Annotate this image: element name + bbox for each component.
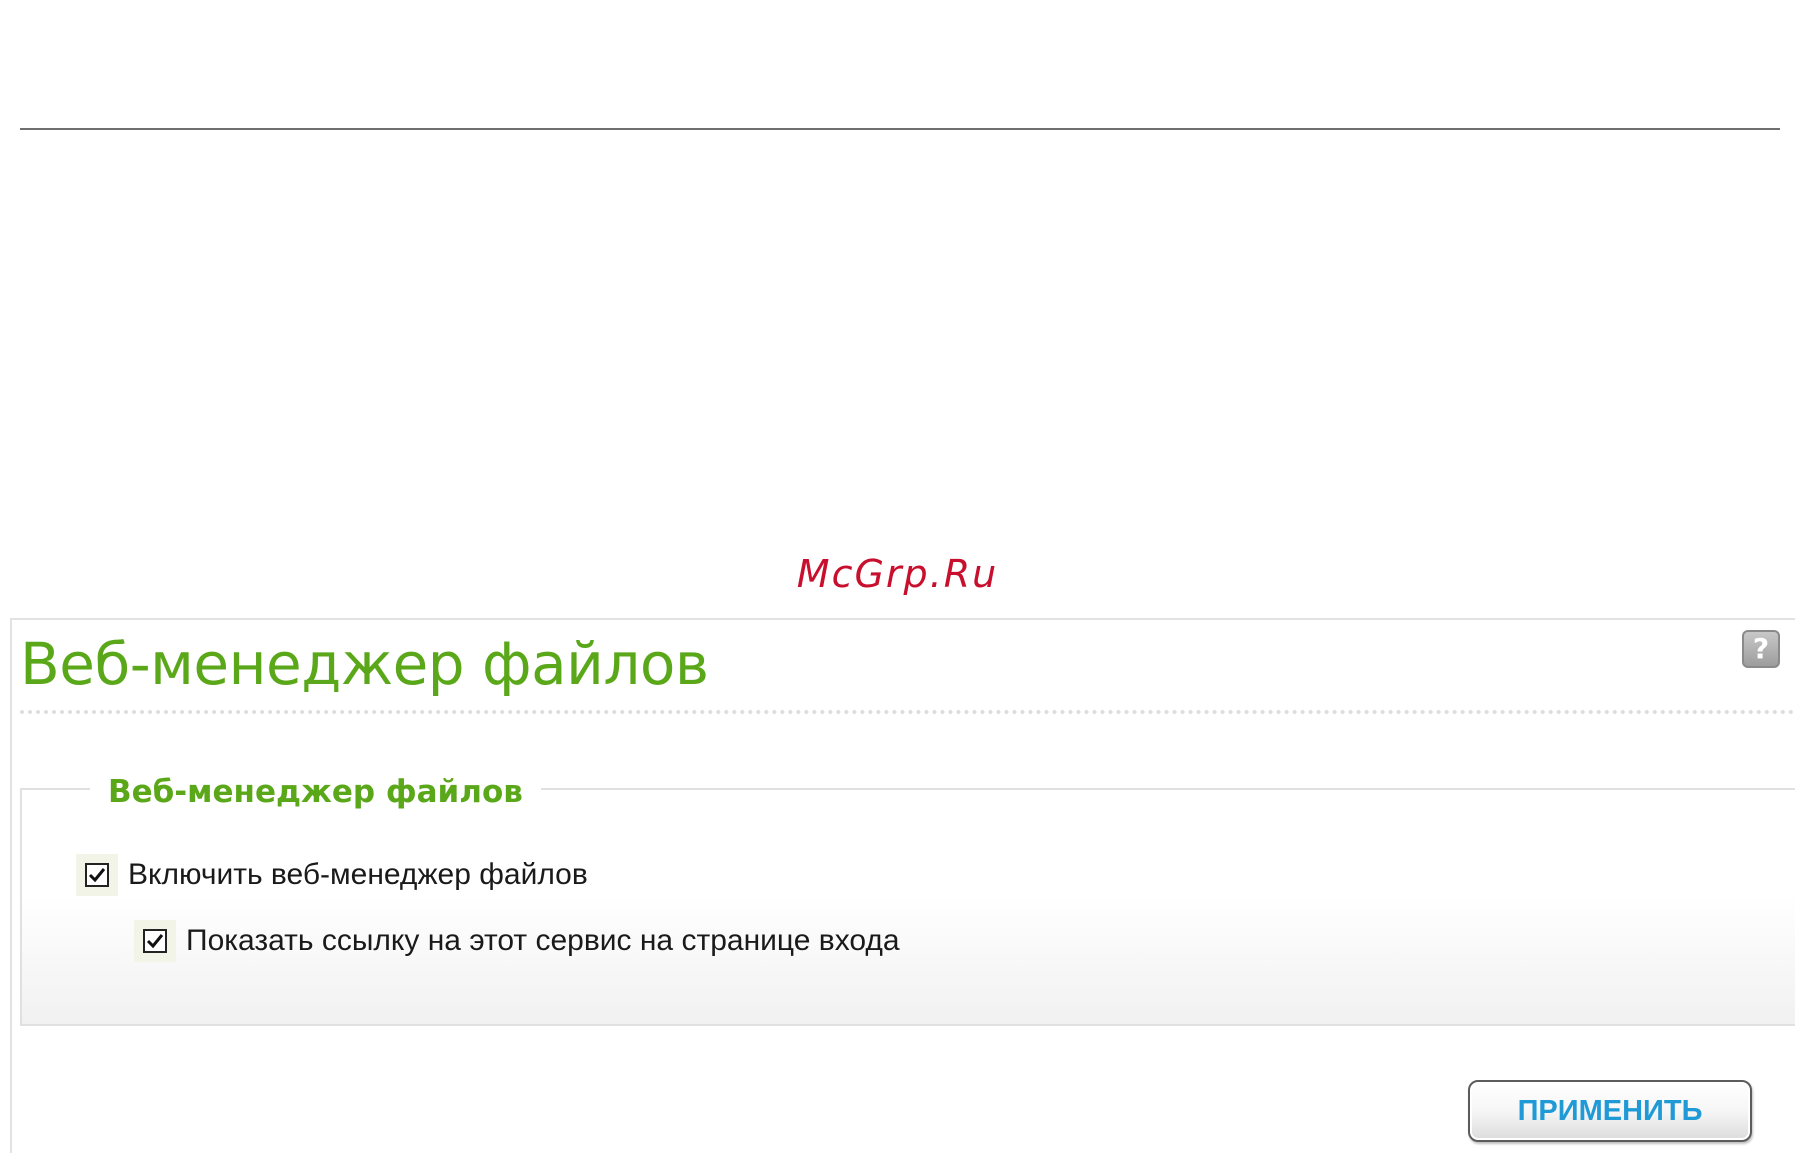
- web-file-manager-fieldset: [20, 788, 1795, 1026]
- checkmark-icon: [143, 929, 167, 953]
- apply-button[interactable]: ПРИМЕНИТЬ: [1468, 1080, 1752, 1142]
- show-login-link-label: Показать ссылку на этот сервис на страни…: [186, 924, 900, 957]
- show-login-link-checkbox[interactable]: [134, 920, 176, 962]
- page-title: Веб-менеджер файлов: [20, 630, 709, 698]
- enable-web-file-manager-label: Включить веб-менеджер файлов: [128, 858, 588, 891]
- fieldset-legend: Веб-менеджер файлов: [90, 774, 541, 810]
- enable-web-file-manager-checkbox[interactable]: [76, 854, 118, 896]
- top-divider: [20, 128, 1780, 130]
- help-icon[interactable]: ?: [1742, 630, 1780, 668]
- show-login-link-option[interactable]: Показать ссылку на этот сервис на страни…: [134, 920, 900, 962]
- watermark-text: McGrp.Ru: [796, 552, 999, 596]
- enable-web-file-manager-option[interactable]: Включить веб-менеджер файлов: [76, 854, 588, 896]
- checkmark-icon: [85, 863, 109, 887]
- settings-panel: Веб-менеджер файлов ? Веб-менеджер файло…: [10, 618, 1795, 1153]
- title-divider: [20, 710, 1795, 714]
